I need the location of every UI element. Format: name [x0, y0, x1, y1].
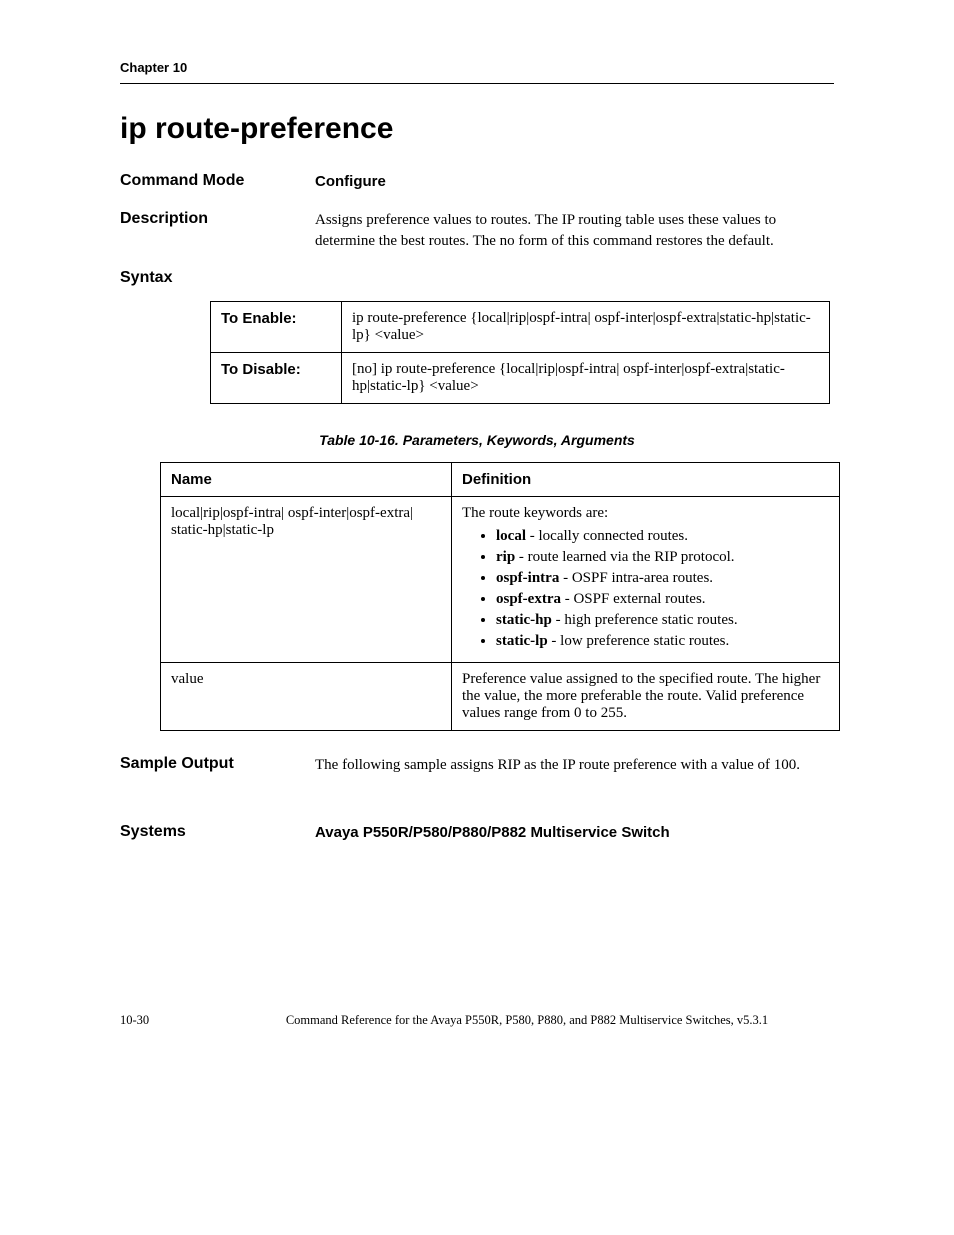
- keyword-name: static-hp: [496, 612, 552, 628]
- description-text: Assigns preference values to routes. The…: [315, 210, 834, 251]
- params-row0-name: local|rip|ospf-intra| ospf-inter|ospf-ex…: [161, 496, 452, 662]
- params-row0-definition: The route keywords are: local - locally …: [452, 496, 840, 662]
- keyword-name: ospf-extra: [496, 591, 561, 607]
- keyword-desc: - route learned via the RIP protocol.: [515, 549, 734, 565]
- systems-row: Systems Avaya P550R/P580/P880/P882 Multi…: [120, 823, 834, 843]
- systems-label: Systems: [120, 823, 315, 841]
- command-mode-label: Command Mode: [120, 172, 315, 190]
- header-rule: [120, 83, 834, 84]
- keyword-desc: - OSPF external routes.: [561, 591, 706, 607]
- params-header-name: Name: [161, 462, 452, 496]
- syntax-disable-label: To Disable:: [211, 352, 342, 403]
- keyword-item: static-hp - high preference static route…: [496, 612, 829, 629]
- keyword-intro: The route keywords are:: [462, 505, 829, 522]
- keyword-name: local: [496, 528, 526, 544]
- sample-output-row: Sample Output The following sample assig…: [120, 755, 834, 775]
- keyword-item: static-lp - low preference static routes…: [496, 633, 829, 650]
- params-row-keywords: local|rip|ospf-intra| ospf-inter|ospf-ex…: [161, 496, 840, 662]
- syntax-enable-text: ip route-preference {local|rip|ospf-intr…: [342, 301, 830, 352]
- syntax-row-disable: To Disable: [no] ip route-preference {lo…: [211, 352, 830, 403]
- keyword-list: local - locally connected routes. rip - …: [462, 528, 829, 650]
- keyword-desc: - OSPF intra-area routes.: [559, 570, 713, 586]
- keyword-item: ospf-extra - OSPF external routes.: [496, 591, 829, 608]
- syntax-disable-text: [no] ip route-preference {local|rip|ospf…: [342, 352, 830, 403]
- syntax-row-enable: To Enable: ip route-preference {local|ri…: [211, 301, 830, 352]
- params-row-value: value Preference value assigned to the s…: [161, 662, 840, 730]
- description-row: Description Assigns preference values to…: [120, 210, 834, 251]
- keyword-desc: - high preference static routes.: [552, 612, 738, 628]
- command-title: ip route-preference: [120, 112, 834, 146]
- command-mode-row: Command Mode Configure: [120, 172, 834, 192]
- keyword-name: rip: [496, 549, 515, 565]
- sample-output-text: The following sample assigns RIP as the …: [315, 755, 834, 775]
- command-mode-value: Configure: [315, 172, 834, 192]
- description-label: Description: [120, 210, 315, 228]
- keyword-name: ospf-intra: [496, 570, 559, 586]
- book-title: Command Reference for the Avaya P550R, P…: [220, 1013, 834, 1028]
- params-row1-name: value: [161, 662, 452, 730]
- systems-value: Avaya P550R/P580/P880/P882 Multiservice …: [315, 823, 834, 843]
- sample-output-label: Sample Output: [120, 755, 315, 773]
- chapter-label: Chapter 10: [120, 60, 834, 75]
- syntax-table: To Enable: ip route-preference {local|ri…: [210, 301, 830, 404]
- params-header-row: Name Definition: [161, 462, 840, 496]
- params-caption: Table 10-16. Parameters, Keywords, Argum…: [120, 432, 834, 448]
- params-header-definition: Definition: [452, 462, 840, 496]
- keyword-name: static-lp: [496, 633, 548, 649]
- syntax-heading: Syntax: [120, 269, 834, 287]
- keyword-desc: - low preference static routes.: [548, 633, 730, 649]
- keyword-item: ospf-intra - OSPF intra-area routes.: [496, 570, 829, 587]
- params-row1-definition: Preference value assigned to the specifi…: [452, 662, 840, 730]
- syntax-enable-label: To Enable:: [211, 301, 342, 352]
- params-table: Name Definition local|rip|ospf-intra| os…: [160, 462, 840, 731]
- keyword-item: local - locally connected routes.: [496, 528, 829, 545]
- keyword-desc: - locally connected routes.: [526, 528, 688, 544]
- page-number: 10-30: [120, 1013, 149, 1028]
- keyword-item: rip - route learned via the RIP protocol…: [496, 549, 829, 566]
